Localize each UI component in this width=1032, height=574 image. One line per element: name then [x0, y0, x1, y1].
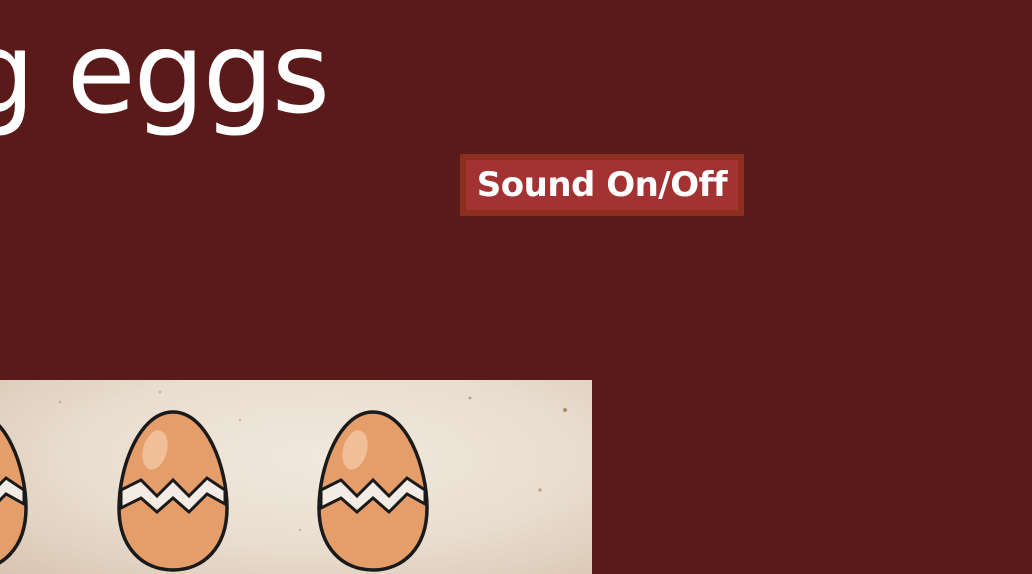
egg-board [0, 380, 592, 574]
game-title: g eggs [0, 9, 330, 139]
game-page: g eggs Sound On/Off [0, 0, 1032, 574]
egg-3[interactable] [315, 408, 431, 574]
egg-2[interactable] [115, 408, 231, 574]
board-texture [58, 390, 567, 532]
cracked-egg-icon [117, 410, 229, 572]
cracked-egg-icon [0, 424, 28, 565]
sound-toggle-label: Sound On/Off [466, 160, 738, 210]
sound-toggle-button[interactable]: Sound On/Off [460, 154, 744, 216]
cracked-egg-icon [317, 410, 429, 572]
egg-1[interactable] [0, 408, 30, 574]
